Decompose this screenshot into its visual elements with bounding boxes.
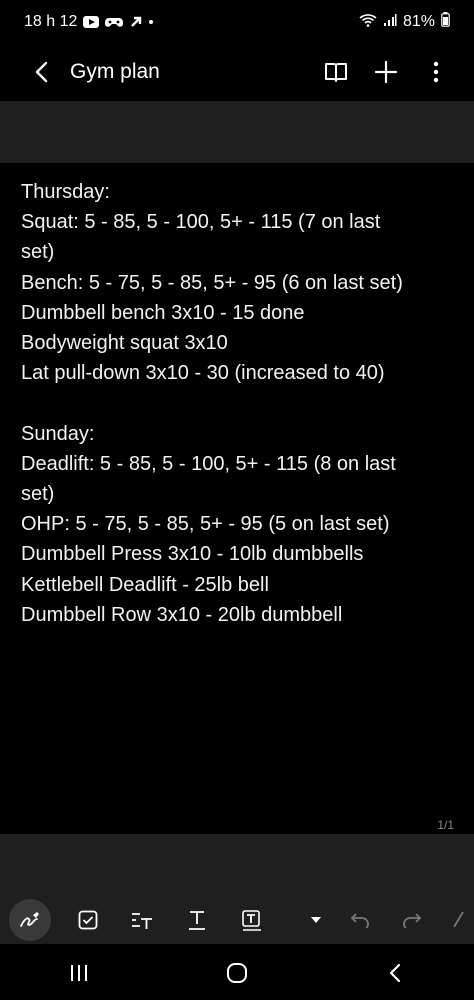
more-vert-icon — [433, 61, 439, 83]
battery-icon — [441, 12, 450, 32]
status-bar: 18 h 12 81% — [0, 0, 474, 44]
note-line: Deadlift: 5 - 85, 5 - 100, 5+ - 115 (8 o… — [21, 452, 396, 475]
back-button[interactable] — [28, 58, 56, 86]
redo-icon — [403, 913, 422, 928]
recents-icon — [71, 965, 87, 981]
wifi-icon — [359, 13, 377, 32]
page-indicator: 1/1 — [437, 818, 454, 832]
note-body[interactable]: Thursday: Squat: 5 - 85, 5 - 100, 5+ - 1… — [21, 177, 461, 630]
toolbar-strip — [0, 101, 474, 163]
arrow-up-right-icon — [129, 15, 143, 29]
signal-icon — [383, 13, 397, 32]
text-format-icon — [132, 913, 152, 929]
app-bar-actions — [320, 56, 452, 88]
pen-icon — [20, 912, 39, 927]
book-icon — [325, 63, 347, 82]
note-line: Bodyweight squat 3x10 — [21, 332, 228, 355]
add-icon — [374, 60, 398, 84]
text-box-icon — [242, 910, 261, 931]
bottom-toolbar — [0, 894, 474, 948]
youtube-icon — [83, 16, 100, 28]
game-controller-icon — [105, 15, 124, 29]
battery-label: 81% — [402, 13, 435, 30]
note-line: set) — [21, 483, 55, 506]
eraser-button[interactable] — [442, 900, 474, 940]
app-bar: Gym plan — [0, 44, 474, 100]
text-style-icon — [189, 911, 205, 930]
checkbox-button[interactable] — [68, 900, 108, 940]
undo-icon — [350, 913, 369, 928]
more-options-button[interactable] — [420, 56, 452, 88]
note-line: Kettlebell Deadlift - 25lb bell — [21, 573, 269, 596]
recents-button[interactable] — [55, 949, 103, 997]
note-line: set) — [21, 241, 55, 264]
text-box-button[interactable] — [232, 900, 272, 940]
pen-button[interactable] — [9, 899, 51, 941]
back-nav-button[interactable] — [371, 949, 419, 997]
note-line: Dumbbell bench 3x10 - 15 done — [21, 301, 305, 324]
back-nav-icon — [389, 963, 401, 983]
status-right: 81% — [359, 12, 450, 32]
reading-mode-button[interactable] — [320, 56, 352, 88]
text-style-button[interactable] — [177, 900, 217, 940]
note-line: Dumbbell Row 3x10 - 20lb dumbbell — [21, 603, 343, 626]
dropdown-icon — [311, 917, 321, 923]
note-line: OHP: 5 - 75, 5 - 85, 5+ - 95 (5 on last … — [21, 513, 390, 536]
page-title: Gym plan — [70, 60, 160, 83]
dot-icon — [149, 20, 154, 24]
note-line: Dumbbell Press 3x10 - 10lb dumbbells — [21, 543, 364, 566]
redo-button[interactable] — [392, 900, 432, 940]
navigation-bar — [0, 946, 474, 1000]
home-icon — [227, 963, 247, 983]
back-icon — [35, 61, 48, 83]
note-line: Lat pull-down 3x10 - 30 (increased to 40… — [21, 362, 385, 385]
note-line: Thursday: — [21, 181, 110, 203]
status-left: 18 h 12 — [24, 13, 154, 31]
note-line: Bench: 5 - 75, 5 - 85, 5+ - 95 (6 on las… — [21, 271, 403, 294]
home-button[interactable] — [213, 949, 261, 997]
text-format-button[interactable] — [122, 900, 162, 940]
status-time: 18 h 12 — [24, 13, 78, 30]
eraser-icon — [453, 911, 464, 928]
note-blank-line — [21, 388, 461, 418]
note-line: Sunday: — [21, 422, 95, 445]
undo-button[interactable] — [340, 900, 380, 940]
add-button[interactable] — [370, 56, 402, 88]
dropdown-button[interactable] — [296, 900, 336, 940]
note-line: Squat: 5 - 85, 5 - 100, 5+ - 115 (7 on l… — [21, 211, 381, 234]
checkbox-icon — [78, 910, 98, 930]
